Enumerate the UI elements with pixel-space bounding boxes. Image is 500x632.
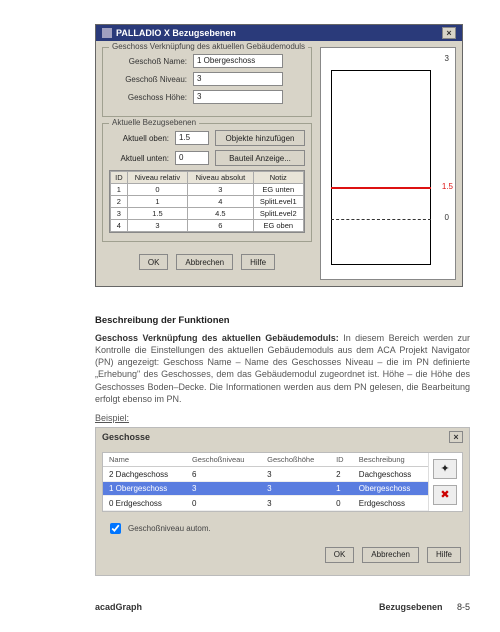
ok-button[interactable]: OK (325, 547, 355, 563)
group-title: Geschoss Verknüpfung des aktuellen Gebäu… (109, 42, 308, 51)
section-heading: Beschreibung der Funktionen (95, 315, 470, 326)
col-notiz: Notiz (253, 172, 303, 184)
help-button[interactable]: Hilfe (241, 254, 275, 270)
beispiel-label: Beispiel: (95, 413, 470, 423)
label-aktuell-oben: Aktuell oben: (109, 134, 169, 143)
table-row-selected[interactable]: 1 Obergeschoss 3 3 1 Obergeschoss (103, 481, 428, 496)
close-icon[interactable]: × (449, 431, 463, 443)
group-bezugsebenen: Aktuelle Bezugsebenen Aktuell oben: 1.5 … (102, 123, 312, 242)
label-geschoss-name: Geschoß Name: (109, 57, 187, 66)
col-hoehe: Geschoßhöhe (261, 453, 330, 467)
checkbox-input[interactable] (110, 523, 121, 534)
table-row[interactable]: 3 1.5 4.5 SplitLevel2 (111, 208, 304, 220)
col-niveau-relativ: Niveau relativ (127, 172, 188, 184)
preview-frame (331, 70, 431, 265)
col-niveau-absolut: Niveau absolut (188, 172, 253, 184)
close-icon[interactable]: × (442, 27, 456, 39)
geschosse-dialog: Geschosse × Name Geschoßniveau Geschoßhö… (95, 427, 470, 576)
group-verknuepfung: Geschoss Verknüpfung des aktuellen Gebäu… (102, 47, 312, 117)
preview-zero-line (331, 219, 431, 220)
col-beschreibung: Beschreibung (353, 453, 428, 467)
para-rest: In diesem Bereich werden zur Kontrolle d… (95, 333, 470, 404)
delete-icon: ✖ (440, 488, 449, 501)
button-objekte-hinzufuegen[interactable]: Objekte hinzufügen (215, 130, 305, 146)
new-icon: ✦ (440, 462, 449, 475)
help-button[interactable]: Hilfe (427, 547, 461, 563)
col-name: Name (103, 453, 186, 467)
dialog-title: PALLADIO X Bezugsebenen (116, 28, 236, 38)
field-geschoss-name[interactable]: 1 Obergeschoss (193, 54, 283, 68)
button-bauteil-anzeige[interactable]: Bauteil Anzeige... (215, 150, 305, 166)
field-aktuell-unten[interactable]: 0 (175, 151, 209, 165)
table-row[interactable]: 2 1 4 SplitLevel1 (111, 196, 304, 208)
app-icon (102, 28, 112, 38)
table-row[interactable]: 4 3 6 EG oben (111, 220, 304, 232)
add-row-button[interactable]: ✦ (433, 459, 457, 479)
field-aktuell-oben[interactable]: 1.5 (175, 131, 209, 145)
table-row[interactable]: 2 Dachgeschoss 6 3 2 Dachgeschoss (103, 467, 428, 482)
field-geschoss-niveau[interactable]: 3 (193, 72, 283, 86)
col-id: ID (330, 453, 353, 467)
preview-pane: 3 1.5 0 (320, 47, 456, 280)
page-footer: acadGraph Bezugsebenen 8-5 (95, 602, 470, 612)
label-geschoss-niveau: Geschoß Niveau: (109, 75, 187, 84)
preview-red-value: 1.5 (442, 182, 453, 191)
geschosse-table[interactable]: Name Geschoßniveau Geschoßhöhe ID Beschr… (102, 452, 463, 512)
dialog2-title: Geschosse (102, 432, 150, 442)
label-geschoss-hoehe: Geschoss Höhe: (109, 93, 187, 102)
table-row[interactable]: 0 Erdgeschoss 0 3 0 Erdgeschoss (103, 496, 428, 511)
delete-row-button[interactable]: ✖ (433, 485, 457, 505)
col-niveau: Geschoßniveau (186, 453, 261, 467)
preview-zero-value: 0 (445, 213, 449, 222)
cancel-button[interactable]: Abbrechen (362, 547, 419, 563)
label-aktuell-unten: Aktuell unten: (109, 154, 169, 163)
footer-left: acadGraph (95, 602, 142, 612)
dialog2-titlebar: Geschosse × (96, 428, 469, 446)
preview-top-value: 3 (445, 54, 449, 63)
field-geschoss-hoehe[interactable]: 3 (193, 90, 283, 104)
page-number: 8-5 (457, 602, 470, 612)
auto-niveau-checkbox[interactable]: Geschoßniveau autom. (106, 520, 463, 537)
ok-button[interactable]: OK (139, 254, 169, 270)
bezugsebenen-dialog: PALLADIO X Bezugsebenen × Geschoss Verkn… (95, 24, 463, 287)
footer-right-label: Bezugsebenen (379, 602, 443, 612)
para-lead: Geschoss Verknüpfung des aktuellen Gebäu… (95, 333, 339, 343)
col-id: ID (111, 172, 128, 184)
preview-red-line (331, 187, 431, 189)
checkbox-label: Geschoßniveau autom. (128, 524, 211, 533)
table-row[interactable]: 1 0 3 EG unten (111, 184, 304, 196)
group-title: Aktuelle Bezugsebenen (109, 118, 199, 127)
dialog-titlebar: PALLADIO X Bezugsebenen × (96, 25, 462, 41)
bezugsebenen-table[interactable]: ID Niveau relativ Niveau absolut Notiz 1… (109, 170, 305, 233)
body-paragraph: Geschoss Verknüpfung des aktuellen Gebäu… (95, 332, 470, 405)
cancel-button[interactable]: Abbrechen (176, 254, 233, 270)
